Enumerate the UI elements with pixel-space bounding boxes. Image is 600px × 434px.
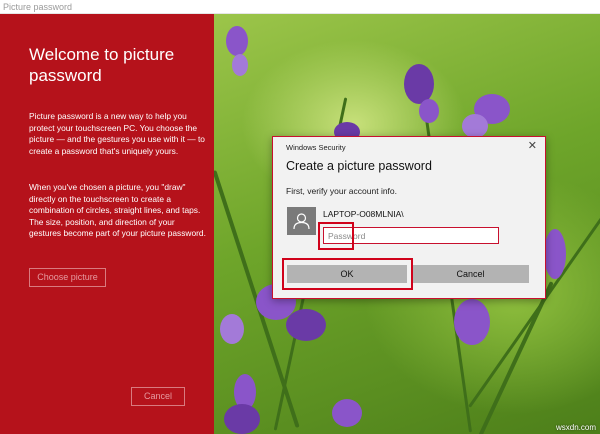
lavender-flower — [226, 26, 248, 56]
dialog-caption: Windows Security — [286, 143, 346, 152]
instructions-paragraph: When you've chosen a picture, you "draw"… — [29, 182, 206, 239]
lavender-flower — [286, 309, 326, 341]
ok-button[interactable]: OK — [287, 265, 407, 283]
lavender-flower — [404, 64, 434, 104]
choose-picture-button[interactable]: Choose picture — [29, 268, 106, 287]
user-icon — [287, 207, 316, 235]
lavender-flower — [419, 99, 439, 123]
lavender-flower — [232, 54, 248, 76]
password-field[interactable] — [323, 227, 499, 244]
dialog-title: Create a picture password — [286, 159, 432, 173]
watermark: wsxdn.com — [555, 423, 596, 432]
windows-security-dialog: Windows Security ✕ Create a picture pass… — [272, 136, 546, 299]
welcome-panel: Welcome to picture password Picture pass… — [0, 14, 214, 434]
lavender-flower — [462, 114, 488, 138]
intro-paragraph: Picture password is a new way to help yo… — [29, 111, 205, 156]
welcome-heading: Welcome to picture password — [29, 45, 175, 85]
lavender-flower — [544, 229, 566, 279]
account-name: LAPTOP-O08MLNIA\ — [323, 209, 404, 219]
close-icon[interactable]: ✕ — [528, 140, 537, 152]
lavender-flower — [220, 314, 244, 344]
dialog-instruction: First, verify your account info. — [286, 186, 398, 196]
window-title: Picture password — [3, 2, 73, 12]
panel-cancel-button[interactable]: Cancel — [131, 387, 185, 406]
window-titlebar: Picture password — [0, 0, 600, 14]
lavender-flower — [224, 404, 260, 434]
lavender-flower — [454, 299, 490, 345]
lavender-flower — [332, 399, 362, 427]
dialog-cancel-button[interactable]: Cancel — [412, 265, 529, 283]
